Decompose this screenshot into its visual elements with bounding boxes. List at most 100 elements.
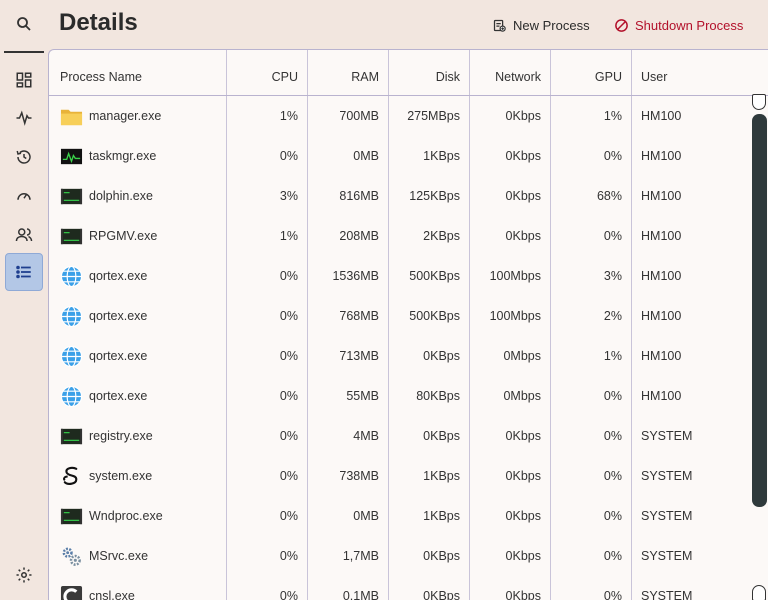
- table-row[interactable]: dolphin.exe 3% 816MB 125KBps 0Kbps 68% HM100: [49, 176, 749, 216]
- disk-cell: 0KBps: [423, 589, 460, 600]
- gpu-cell: 1%: [603, 349, 622, 363]
- speedometer-icon: [17, 193, 31, 200]
- console-icon: [60, 585, 83, 600]
- shutdown-process-label: Shutdown Process: [635, 17, 744, 33]
- column-header-user[interactable]: User: [641, 70, 667, 84]
- gpu-cell: 1%: [603, 109, 622, 123]
- sidebar-item-details[interactable]: [5, 253, 43, 291]
- sidebar-item-dashboard[interactable]: [5, 61, 43, 99]
- ram-cell: 738MB: [339, 469, 379, 483]
- process-name-cell: system.exe: [60, 456, 152, 496]
- column-header-gpu[interactable]: GPU: [551, 70, 622, 84]
- table-row[interactable]: taskmgr.exe 0% 0MB 1KBps 0Kbps 0% HM100: [49, 136, 749, 176]
- gpu-cell: 0%: [603, 469, 622, 483]
- folder-icon: [60, 105, 83, 128]
- history-icon: [16, 150, 31, 164]
- gpu-cell: 0%: [603, 549, 622, 563]
- process-name: Wndproc.exe: [89, 509, 163, 523]
- disk-cell: 2KBps: [423, 229, 460, 243]
- user-cell: SYSTEM: [641, 589, 693, 600]
- scroll-up-button[interactable]: [752, 94, 766, 110]
- user-cell: SYSTEM: [641, 549, 693, 563]
- column-header-ram[interactable]: RAM: [308, 70, 379, 84]
- sidebar-item-startup[interactable]: [5, 177, 43, 215]
- user-cell: HM100: [641, 149, 682, 163]
- table-row[interactable]: qortex.exe 0% 55MB 80KBps 0Mbps 0% HM100: [49, 376, 749, 416]
- ram-cell: 0,1MB: [342, 589, 379, 600]
- scroll-down-button[interactable]: [752, 585, 766, 600]
- network-cell: 0Kbps: [505, 229, 541, 243]
- disk-cell: 125KBps: [409, 189, 460, 203]
- user-cell: HM100: [641, 109, 682, 123]
- process-name: taskmgr.exe: [89, 149, 157, 163]
- table-row[interactable]: manager.exe 1% 700MB 275MBps 0Kbps 1% HM100: [49, 96, 749, 136]
- column-header-process-name[interactable]: Process Name: [60, 70, 142, 84]
- search-button[interactable]: [5, 5, 43, 43]
- new-process-label: New Process: [513, 17, 590, 33]
- settings-button[interactable]: [5, 556, 43, 594]
- sidebar-item-history[interactable]: [5, 138, 43, 176]
- ram-cell: 0MB: [353, 149, 379, 163]
- shutdown-process-button[interactable]: Shutdown Process: [614, 15, 743, 35]
- network-cell: 100Mbps: [489, 309, 541, 323]
- ram-cell: 1536MB: [332, 269, 379, 283]
- terminal-icon: [60, 225, 83, 248]
- terminal-icon: [60, 185, 83, 208]
- table-row[interactable]: qortex.exe 0% 1536MB 500KBps 100Mbps 3% HM100: [49, 256, 749, 296]
- process-name-cell: cnsl.exe: [60, 576, 135, 600]
- process-name: cnsl.exe: [89, 589, 135, 600]
- table-row[interactable]: qortex.exe 0% 768MB 500KBps 100Mbps 2% HM100: [49, 296, 749, 336]
- gears-icon: [60, 545, 83, 568]
- cpu-cell: 3%: [279, 189, 298, 203]
- process-name-cell: registry.exe: [60, 416, 153, 456]
- sidebar-item-users[interactable]: [5, 216, 43, 254]
- table-row[interactable]: cnsl.exe 0% 0,1MB 0KBps 0Kbps 0% SYSTEM: [49, 576, 749, 600]
- network-cell: 0Mbps: [503, 389, 541, 403]
- table-header: Process Name CPU RAM Disk Network GPU Us…: [49, 50, 768, 96]
- table-row[interactable]: Wndproc.exe 0% 0MB 1KBps 0Kbps 0% SYSTEM: [49, 496, 749, 536]
- process-name-cell: qortex.exe: [60, 256, 147, 296]
- terminal-icon: [60, 505, 83, 528]
- process-name: registry.exe: [89, 429, 153, 443]
- column-header-cpu[interactable]: CPU: [227, 70, 298, 84]
- performance-icon: [16, 110, 32, 126]
- table-row[interactable]: qortex.exe 0% 713MB 0KBps 0Mbps 1% HM100: [49, 336, 749, 376]
- sidebar-item-performance[interactable]: [5, 99, 43, 137]
- cpu-cell: 0%: [279, 309, 298, 323]
- new-task-icon: [493, 19, 506, 32]
- column-header-disk[interactable]: Disk: [389, 70, 460, 84]
- cpu-cell: 1%: [279, 229, 298, 243]
- user-cell: HM100: [641, 189, 682, 203]
- new-process-button[interactable]: New Process: [492, 15, 590, 35]
- disk-cell: 1KBps: [423, 469, 460, 483]
- search-icon: [17, 17, 31, 31]
- cpu-cell: 0%: [279, 429, 298, 443]
- user-cell: SYSTEM: [641, 509, 693, 523]
- column-header-network[interactable]: Network: [470, 70, 541, 84]
- system-icon: [60, 465, 83, 488]
- table-row[interactable]: MSrvc.exe 0% 1,7MB 0KBps 0Kbps 0% SYSTEM: [49, 536, 749, 576]
- cpu-cell: 0%: [279, 149, 298, 163]
- user-cell: HM100: [641, 349, 682, 363]
- table-row[interactable]: system.exe 0% 738MB 1KBps 0Kbps 0% SYSTEM: [49, 456, 749, 496]
- scrollbar-thumb[interactable]: [752, 114, 767, 507]
- network-cell: 0Kbps: [505, 469, 541, 483]
- table-row[interactable]: registry.exe 0% 4MB 0KBps 0Kbps 0% SYSTEM: [49, 416, 749, 456]
- cpu-cell: 0%: [279, 269, 298, 283]
- gpu-cell: 0%: [603, 149, 622, 163]
- process-name: qortex.exe: [89, 389, 148, 403]
- globe-icon: [60, 385, 83, 408]
- ram-cell: 700MB: [339, 109, 379, 123]
- user-cell: HM100: [641, 229, 682, 243]
- cpu-cell: 0%: [279, 509, 298, 523]
- globe-icon: [60, 305, 83, 328]
- ram-cell: 0MB: [353, 509, 379, 523]
- table-row[interactable]: RPGMV.exe 1% 208MB 2KBps 0Kbps 0% HM100: [49, 216, 749, 256]
- globe-icon: [60, 265, 83, 288]
- prohibited-icon: [615, 18, 628, 32]
- disk-cell: 80KBps: [416, 389, 460, 403]
- ram-cell: 816MB: [339, 189, 379, 203]
- sidebar-divider: [4, 51, 44, 53]
- gpu-cell: 0%: [603, 509, 622, 523]
- ram-cell: 713MB: [339, 349, 379, 363]
